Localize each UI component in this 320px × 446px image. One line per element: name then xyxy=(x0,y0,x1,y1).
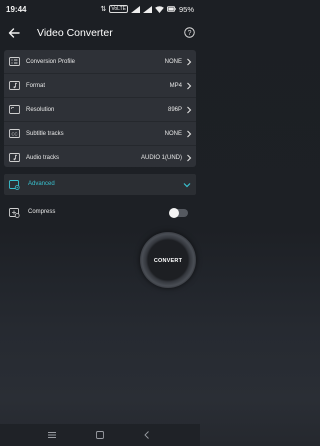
row-value: AUDIO 1(UND) xyxy=(140,154,182,161)
advanced-settings-icon xyxy=(9,180,20,190)
compress-icon xyxy=(9,208,20,218)
music-note-icon xyxy=(9,153,20,162)
arrow-left-icon[interactable] xyxy=(8,27,20,39)
cc-icon: CC xyxy=(9,129,20,138)
chevron-right-icon xyxy=(187,58,192,65)
status-icons: ⇅ VoLTE 95% xyxy=(100,5,194,14)
row-value: MP4 xyxy=(169,82,182,89)
chevron-right-icon xyxy=(187,106,192,113)
back-icon[interactable] xyxy=(142,430,152,440)
toggle-knob xyxy=(169,208,179,218)
settings-row-audio-tracks[interactable]: Audio tracks AUDIO 1(UND) xyxy=(4,146,196,169)
row-label: Format xyxy=(26,82,46,89)
home-icon[interactable] xyxy=(95,430,105,440)
settings-row-subtitle-tracks[interactable]: CC Subtitle tracks NONE xyxy=(4,122,196,145)
compress-label: Compress xyxy=(28,209,56,215)
row-value: NONE xyxy=(164,130,182,137)
page-title: Video Converter xyxy=(37,27,113,39)
svg-text:?: ? xyxy=(188,30,192,37)
compress-toggle[interactable] xyxy=(169,208,188,218)
compress-row: Compress xyxy=(4,202,196,224)
app-bar: Video Converter ? xyxy=(0,22,200,46)
battery-percentage: 95% xyxy=(178,4,194,14)
settings-row-format[interactable]: Format MP4 xyxy=(4,74,196,97)
question-circle-icon[interactable]: ? xyxy=(184,27,195,38)
volte-icon: VoLTE xyxy=(109,5,128,13)
chevron-right-icon xyxy=(187,154,192,161)
row-value: NONE xyxy=(164,58,182,65)
advanced-label: Advanced xyxy=(28,181,55,187)
settings-row-conversion-profile[interactable]: Conversion Profile NONE xyxy=(4,50,196,73)
convert-button[interactable]: CONVERT xyxy=(140,232,196,288)
settings-card: Conversion Profile NONE Format MP4 Resol… xyxy=(4,50,196,167)
status-time: 19:44 xyxy=(6,4,27,14)
signal-icon xyxy=(130,5,140,13)
music-note-icon xyxy=(9,81,20,90)
advanced-section-toggle[interactable]: Advanced xyxy=(4,174,196,195)
wifi-icon xyxy=(155,5,164,13)
row-label: Subtitle tracks xyxy=(26,130,64,137)
chevron-right-icon xyxy=(187,82,192,89)
row-label: Conversion Profile xyxy=(26,58,76,65)
row-label: Resolution xyxy=(26,106,55,113)
settings-row-resolution[interactable]: Resolution 896P xyxy=(4,98,196,121)
convert-label: CONVERT xyxy=(153,258,183,264)
list-box-icon xyxy=(9,57,20,66)
row-label: Audio tracks xyxy=(26,154,60,161)
screen-icon xyxy=(9,105,20,114)
svg-text:CC: CC xyxy=(11,131,17,136)
signal-icon-2 xyxy=(142,5,152,13)
menu-icon[interactable] xyxy=(47,430,57,440)
row-value: 896P xyxy=(167,106,182,113)
chevron-down-icon xyxy=(183,183,191,188)
chevron-right-icon xyxy=(187,130,192,137)
status-bar: 19:44 ⇅ VoLTE 95% xyxy=(0,0,200,18)
battery-icon xyxy=(166,6,176,12)
system-navigation-bar xyxy=(0,424,200,446)
network-speed-icon: ⇅ xyxy=(100,5,107,13)
